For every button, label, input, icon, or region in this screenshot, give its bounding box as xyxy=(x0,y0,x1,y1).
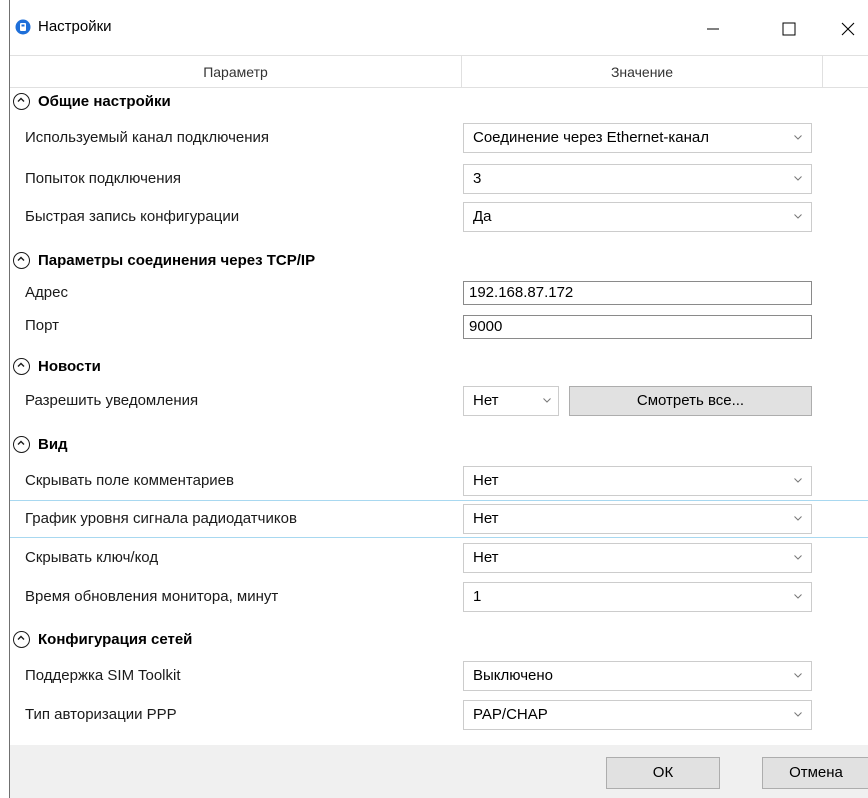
row-hide-key: Скрывать ключ/код Нет xyxy=(10,539,868,577)
section-title: Конфигурация сетей xyxy=(38,631,193,648)
row-label: Скрывать ключ/код xyxy=(25,549,159,566)
row-label: Попыток подключения xyxy=(25,170,182,187)
close-button[interactable] xyxy=(825,10,868,48)
row-label: Время обновления монитора, минут xyxy=(25,588,279,605)
section-network: Конфигурация сетей xyxy=(10,627,868,657)
view-all-button[interactable]: Смотреть все... xyxy=(569,386,812,416)
port-input[interactable]: 9000 xyxy=(463,315,812,339)
row-label: График уровня сигнала радиодатчиков xyxy=(25,510,297,527)
minimize-icon xyxy=(707,28,719,30)
column-header-parameter[interactable]: Параметр xyxy=(10,56,461,88)
row-label: Быстрая запись конфигурации xyxy=(25,208,240,225)
row-label: Разрешить уведомления xyxy=(25,392,199,409)
ppp-auth-dropdown[interactable]: PAP/CHAP xyxy=(463,700,812,730)
ok-button[interactable]: ОК xyxy=(606,757,720,789)
chevron-down-icon xyxy=(794,135,802,140)
monitor-refresh-dropdown[interactable]: 1 xyxy=(463,582,812,612)
column-header-value[interactable]: Значение xyxy=(461,56,823,88)
maximize-icon xyxy=(782,22,796,36)
row-label: Поддержка SIM Toolkit xyxy=(25,667,181,684)
dropdown-value: Нет xyxy=(473,392,499,409)
chevron-up-circle-icon[interactable] xyxy=(13,358,30,375)
signal-graph-dropdown[interactable]: Нет xyxy=(463,504,812,534)
section-tcp: Параметры соединения через TCP/IP xyxy=(10,248,868,278)
cancel-button[interactable]: Отмена xyxy=(762,757,868,789)
chevron-down-icon xyxy=(794,214,802,219)
fastwrite-dropdown[interactable]: Да xyxy=(463,202,812,232)
chevron-up-circle-icon[interactable] xyxy=(13,436,30,453)
chevron-down-icon xyxy=(794,594,802,599)
section-title: Вид xyxy=(38,436,68,453)
chevron-down-icon xyxy=(794,673,802,678)
dropdown-value: Нет xyxy=(473,510,499,527)
row-label: Порт xyxy=(25,317,60,334)
row-channel: Используемый канал подключения Соединени… xyxy=(10,119,868,157)
row-address: Адрес 192.168.87.172 xyxy=(10,276,868,310)
row-notify: Разрешить уведомления Нет Смотреть все..… xyxy=(10,382,868,420)
chevron-down-icon xyxy=(794,478,802,483)
hide-comments-dropdown[interactable]: Нет xyxy=(463,466,812,496)
dropdown-value: 3 xyxy=(473,170,482,187)
row-signal-graph: График уровня сигнала радиодатчиков Нет xyxy=(10,500,868,538)
row-ppp-auth: Тип авторизации PPP PAP/CHAP xyxy=(10,696,868,734)
dropdown-value: Нет xyxy=(473,549,499,566)
dropdown-value: Выключено xyxy=(473,667,553,684)
row-fastwrite: Быстрая запись конфигурации Да xyxy=(10,198,868,236)
dropdown-value: PAP/CHAP xyxy=(473,706,548,723)
input-value: 9000 xyxy=(469,318,503,335)
minimize-button[interactable] xyxy=(690,10,736,48)
section-news: Новости xyxy=(10,354,868,384)
notify-dropdown[interactable]: Нет xyxy=(463,386,559,416)
title-bar: Настройки xyxy=(10,0,868,55)
settings-window: Настройки Параметр Значение Общие настро… xyxy=(9,0,868,798)
dropdown-value: Соединение через Ethernet-канал xyxy=(473,129,709,146)
section-title: Параметры соединения через TCP/IP xyxy=(38,252,316,269)
input-value: 192.168.87.172 xyxy=(469,284,574,301)
chevron-up-circle-icon[interactable] xyxy=(13,93,30,110)
window-title: Настройки xyxy=(38,18,112,35)
section-general: Общие настройки xyxy=(10,89,868,119)
chevron-up-circle-icon[interactable] xyxy=(13,252,30,269)
attempts-dropdown[interactable]: 3 xyxy=(463,164,812,194)
close-icon xyxy=(841,22,855,36)
dropdown-value: Нет xyxy=(473,472,499,489)
hide-key-dropdown[interactable]: Нет xyxy=(463,543,812,573)
row-label: Скрывать поле комментариев xyxy=(25,472,234,489)
row-label: Тип авторизации PPP xyxy=(25,706,177,723)
chevron-down-icon xyxy=(794,516,802,521)
chevron-down-icon xyxy=(794,555,802,560)
section-title: Общие настройки xyxy=(38,93,171,110)
sim-toolkit-dropdown[interactable]: Выключено xyxy=(463,661,812,691)
dialog-footer: ОК Отмена xyxy=(10,745,868,798)
row-attempts: Попыток подключения 3 xyxy=(10,160,868,198)
dropdown-value: Да xyxy=(473,208,492,225)
chevron-up-circle-icon[interactable] xyxy=(13,631,30,648)
address-input[interactable]: 192.168.87.172 xyxy=(463,281,812,305)
chevron-down-icon xyxy=(794,712,802,717)
chevron-down-icon xyxy=(543,398,551,403)
chevron-down-icon xyxy=(794,176,802,181)
section-view: Вид xyxy=(10,432,868,462)
dropdown-value: 1 xyxy=(473,588,482,605)
row-monitor-refresh: Время обновления монитора, минут 1 xyxy=(10,578,868,616)
row-label: Используемый канал подключения xyxy=(25,129,270,146)
row-port: Порт 9000 xyxy=(10,309,868,343)
row-sim-toolkit: Поддержка SIM Toolkit Выключено xyxy=(10,657,868,695)
row-label: Адрес xyxy=(25,284,68,301)
grid-header: Параметр Значение xyxy=(10,55,868,88)
section-title: Новости xyxy=(38,358,101,375)
maximize-button[interactable] xyxy=(766,10,812,48)
settings-app-icon xyxy=(15,19,31,35)
channel-dropdown[interactable]: Соединение через Ethernet-канал xyxy=(463,123,812,153)
row-hide-comments: Скрывать поле комментариев Нет xyxy=(10,462,868,500)
